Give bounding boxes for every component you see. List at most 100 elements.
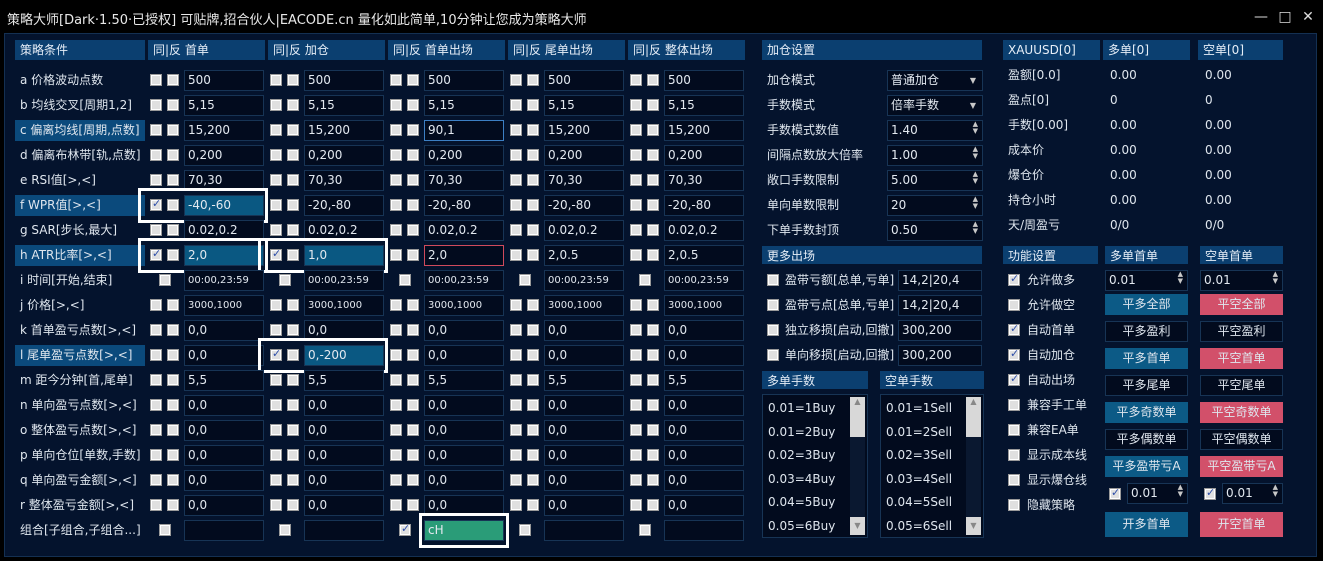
reverse-direction-checkbox[interactable]	[167, 474, 179, 486]
condition-value-input[interactable]: 0,0	[664, 395, 744, 416]
condition-value-input[interactable]	[544, 520, 624, 541]
reverse-direction-checkbox[interactable]	[407, 249, 419, 261]
spinner-arrows-icon[interactable]: ▲ ▼	[973, 196, 978, 210]
condition-label[interactable]: k 首单盈亏点数[>,<]	[15, 320, 145, 341]
reverse-direction-checkbox[interactable]	[167, 374, 179, 386]
condition-label[interactable]: m 距今分钟[首,尾单]	[15, 370, 145, 391]
reverse-direction-checkbox[interactable]	[167, 449, 179, 461]
close-button[interactable]: ✕	[1299, 8, 1317, 26]
same-direction-checkbox[interactable]	[630, 224, 642, 236]
list-item[interactable]: 0.01=1Sell	[886, 401, 952, 415]
reverse-direction-checkbox[interactable]	[527, 324, 539, 336]
same-direction-checkbox[interactable]	[630, 74, 642, 86]
reverse-direction-checkbox[interactable]	[527, 74, 539, 86]
same-direction-checkbox[interactable]	[150, 399, 162, 411]
spinner-arrows-icon[interactable]: ▲ ▼	[1178, 271, 1183, 285]
same-direction-checkbox[interactable]	[150, 449, 162, 461]
reverse-direction-checkbox[interactable]	[287, 449, 299, 461]
spinner-arrows-icon[interactable]: ▲ ▼	[973, 121, 978, 135]
list-item[interactable]: 0.02=3Buy	[768, 448, 835, 462]
reverse-direction-checkbox[interactable]	[167, 424, 179, 436]
same-direction-checkbox[interactable]	[270, 99, 282, 111]
condition-value-input[interactable]: 0,0	[544, 470, 624, 491]
same-direction-checkbox[interactable]	[270, 74, 282, 86]
close-button-buy[interactable]: 平多全部	[1105, 294, 1188, 315]
reverse-direction-checkbox[interactable]	[647, 474, 659, 486]
reverse-direction-checkbox[interactable]	[287, 124, 299, 136]
condition-value-input[interactable]: 0,0	[664, 470, 744, 491]
condition-label[interactable]: c 偏离均线[周期,点数]	[15, 120, 145, 141]
condition-value-input[interactable]: 500	[664, 70, 744, 91]
reverse-direction-checkbox[interactable]	[287, 149, 299, 161]
reverse-direction-checkbox[interactable]	[167, 299, 179, 311]
enable-checkbox[interactable]	[519, 274, 531, 286]
more-exit-input[interactable]: 14,2|20,4	[898, 295, 982, 316]
condition-value-input[interactable]: 0,200	[304, 145, 384, 166]
same-direction-checkbox[interactable]	[270, 149, 282, 161]
reverse-direction-checkbox[interactable]	[407, 424, 419, 436]
more-exit-input[interactable]: 300,200	[898, 320, 982, 341]
reverse-direction-checkbox[interactable]	[527, 224, 539, 236]
condition-value-input[interactable]: 5,15	[544, 95, 624, 116]
reverse-direction-checkbox[interactable]	[287, 399, 299, 411]
reverse-direction-checkbox[interactable]	[407, 399, 419, 411]
condition-value-input[interactable]: 0,0	[664, 420, 744, 441]
condition-value-input[interactable]: 0,0	[424, 320, 504, 341]
condition-value-input[interactable]: 0,0	[544, 320, 624, 341]
setting-spin[interactable]: 5.00 ▲ ▼	[887, 170, 983, 191]
same-direction-checkbox[interactable]	[270, 299, 282, 311]
reverse-direction-checkbox[interactable]	[287, 249, 299, 261]
condition-value-input[interactable]: 0,0	[424, 420, 504, 441]
same-direction-checkbox[interactable]	[510, 299, 522, 311]
feature-checkbox[interactable]	[1008, 372, 1020, 386]
reverse-direction-checkbox[interactable]	[287, 99, 299, 111]
same-direction-checkbox[interactable]	[390, 99, 402, 111]
same-direction-checkbox[interactable]	[390, 149, 402, 161]
reverse-direction-checkbox[interactable]	[527, 124, 539, 136]
reverse-direction-checkbox[interactable]	[647, 99, 659, 111]
same-direction-checkbox[interactable]	[510, 99, 522, 111]
spinner-arrows-icon[interactable]: ▲ ▼	[1273, 271, 1278, 285]
reverse-direction-checkbox[interactable]	[647, 374, 659, 386]
condition-value-input[interactable]: 0,0	[184, 445, 264, 466]
condition-value-input[interactable]: 70,30	[304, 170, 384, 191]
reverse-direction-checkbox[interactable]	[287, 224, 299, 236]
same-direction-checkbox[interactable]	[630, 324, 642, 336]
minimize-button[interactable]: —	[1252, 8, 1270, 26]
more-exit-checkbox[interactable]	[767, 274, 779, 286]
same-direction-checkbox[interactable]	[630, 374, 642, 386]
list-item[interactable]: 0.04=5Buy	[768, 495, 835, 509]
condition-value-input[interactable]: 0,0	[184, 320, 264, 341]
same-direction-checkbox[interactable]	[630, 249, 642, 261]
same-direction-checkbox[interactable]	[150, 74, 162, 86]
close-button-sell[interactable]: 平空尾单	[1200, 375, 1283, 396]
condition-value-input[interactable]: 0,0	[304, 320, 384, 341]
condition-value-input[interactable]: 0,0	[424, 495, 504, 516]
open-first-order-button[interactable]: 开多首单	[1105, 512, 1188, 537]
condition-label[interactable]: n 单向盈亏点数[>,<]	[15, 395, 145, 416]
condition-value-input[interactable]: 70,30	[544, 170, 624, 191]
lot2-checkbox[interactable]	[1109, 486, 1121, 500]
same-direction-checkbox[interactable]	[510, 124, 522, 136]
reverse-direction-checkbox[interactable]	[407, 324, 419, 336]
spinner-arrows-icon[interactable]: ▲ ▼	[1178, 484, 1183, 498]
same-direction-checkbox[interactable]	[150, 149, 162, 161]
same-direction-checkbox[interactable]	[630, 174, 642, 186]
condition-value-input[interactable]	[664, 520, 744, 541]
condition-value-input[interactable]: 0.02,0.2	[304, 220, 384, 241]
same-direction-checkbox[interactable]	[510, 74, 522, 86]
setting-spin[interactable]: 20 ▲ ▼	[887, 195, 983, 216]
reverse-direction-checkbox[interactable]	[527, 174, 539, 186]
feature-checkbox[interactable]	[1008, 399, 1020, 411]
reverse-direction-checkbox[interactable]	[527, 99, 539, 111]
feature-checkbox[interactable]	[1008, 322, 1020, 336]
lot2-spinner[interactable]: 0.01 ▲ ▼	[1127, 483, 1188, 504]
reverse-direction-checkbox[interactable]	[527, 399, 539, 411]
condition-value-input[interactable]	[304, 520, 384, 541]
condition-value-input[interactable]: 0,0	[304, 495, 384, 516]
condition-value-input[interactable]: 00:00,23:59	[424, 270, 504, 291]
same-direction-checkbox[interactable]	[150, 99, 162, 111]
reverse-direction-checkbox[interactable]	[287, 174, 299, 186]
feature-checkbox[interactable]	[1008, 299, 1020, 311]
condition-label[interactable]: a 价格波动点数	[15, 70, 145, 91]
